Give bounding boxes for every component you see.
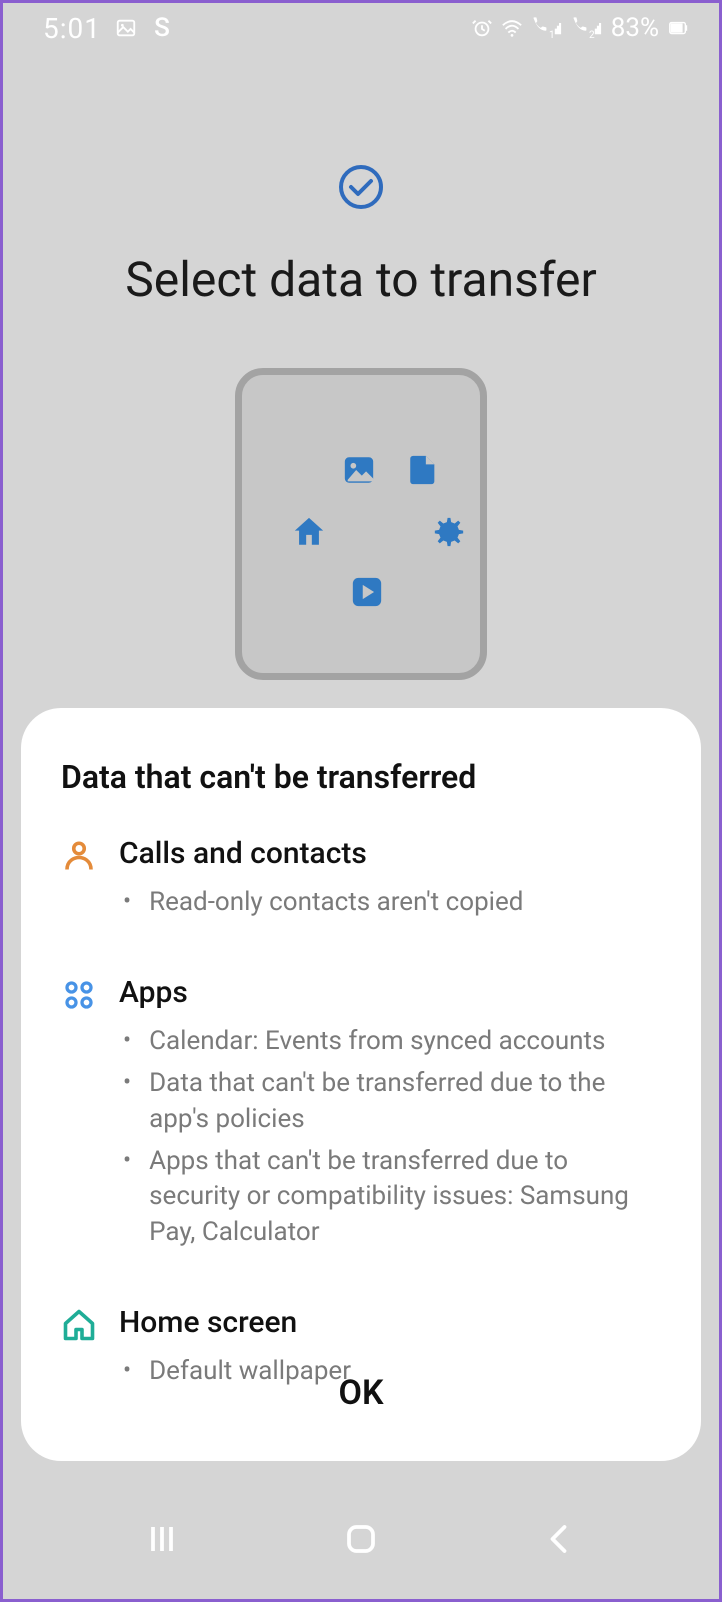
back-button[interactable] (535, 1514, 585, 1564)
section-title: Home screen (119, 1305, 661, 1340)
person-icon (61, 838, 97, 874)
illustration-home-icon (292, 515, 326, 549)
section-list: Read-only contacts aren't copied (119, 885, 661, 921)
section-calls-contacts: Calls and contacts Read-only contacts ar… (61, 836, 661, 927)
svg-text:1: 1 (549, 30, 555, 40)
battery-percent: 83% (611, 13, 659, 43)
list-item: Calendar: Events from synced accounts (119, 1024, 661, 1060)
svg-text:2: 2 (589, 30, 595, 40)
info-card: Data that can't be transferred Calls and… (21, 708, 701, 1461)
call-sim1-icon: 1 (531, 17, 563, 39)
recents-button[interactable] (137, 1514, 187, 1564)
illustration-file-icon (406, 453, 440, 487)
call-sim2-icon: 2 (571, 17, 603, 39)
status-bar: 5:01 S 1 2 83% (3, 3, 719, 53)
status-left: 5:01 S (43, 12, 173, 45)
illustration-play-icon (350, 575, 384, 609)
image-notification-icon (115, 17, 137, 39)
status-time: 5:01 (43, 12, 101, 45)
section-list: Calendar: Events from synced accounts Da… (119, 1024, 661, 1251)
card-title: Data that can't be transferred (61, 758, 661, 796)
navigation-bar (3, 1489, 719, 1599)
list-item: Read-only contacts aren't copied (119, 885, 661, 921)
apps-icon (61, 977, 97, 1013)
s-notification-icon: S (151, 17, 173, 39)
page-title: Select data to transfer (3, 251, 719, 308)
screen-frame: 5:01 S 1 2 83% (0, 0, 722, 1602)
home-button[interactable] (336, 1514, 386, 1564)
home-icon (61, 1307, 97, 1343)
list-item: Apps that can't be transferred due to se… (119, 1144, 661, 1252)
ok-button[interactable]: OK (21, 1355, 701, 1431)
section-title: Calls and contacts (119, 836, 661, 871)
section-apps: Apps Calendar: Events from synced accoun… (61, 975, 661, 1257)
list-item: Data that can't be transferred due to th… (119, 1066, 661, 1138)
illustration-gear-icon (432, 515, 466, 549)
illustration-image-icon (342, 453, 376, 487)
device-illustration (235, 368, 487, 680)
battery-icon (667, 17, 689, 39)
alarm-icon (471, 17, 493, 39)
section-title: Apps (119, 975, 661, 1010)
status-right: 1 2 83% (471, 13, 689, 43)
wifi-icon (501, 17, 523, 39)
check-circle-icon (337, 163, 385, 211)
